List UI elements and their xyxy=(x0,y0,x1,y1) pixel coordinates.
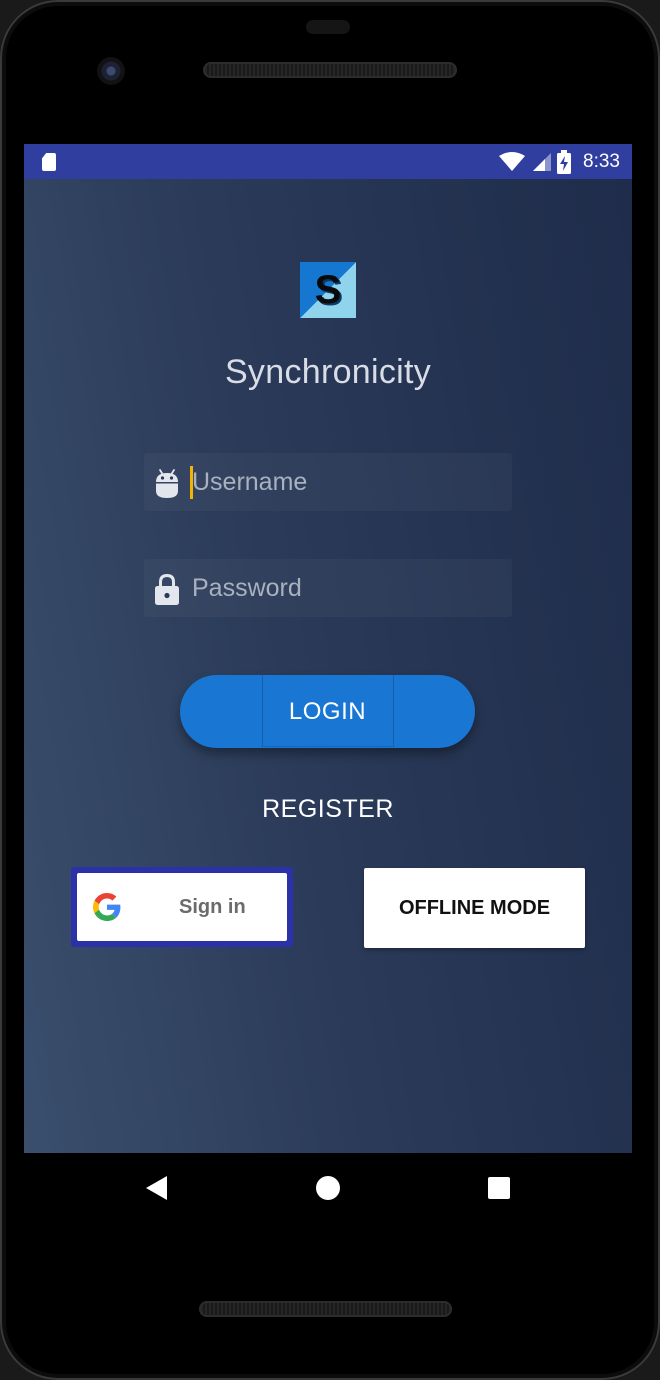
register-button[interactable]: REGISTER xyxy=(228,789,428,829)
google-signin-button[interactable]: Sign in xyxy=(71,867,293,947)
wifi-icon xyxy=(499,151,526,171)
navigation-bar xyxy=(24,1153,632,1225)
status-icons: 8:33 xyxy=(499,144,620,179)
bottom-speaker xyxy=(199,1301,452,1317)
status-clock: 8:33 xyxy=(583,150,620,172)
username-field[interactable] xyxy=(144,453,512,511)
status-bar: 8:33 xyxy=(24,144,632,179)
battery-charging-icon xyxy=(557,149,572,174)
password-field[interactable] xyxy=(144,559,512,617)
lock-icon xyxy=(155,573,179,605)
google-icon xyxy=(93,893,121,921)
phone-device: 8:33 S Synchronicity Username LOGIN REGI… xyxy=(0,0,660,1380)
app-logo: S xyxy=(300,262,356,318)
android-icon xyxy=(156,469,178,498)
logo-letter: S xyxy=(314,268,342,312)
password-input[interactable] xyxy=(188,559,498,617)
proximity-sensor xyxy=(306,20,350,34)
front-camera xyxy=(97,57,125,85)
google-signin-inner: Sign in xyxy=(77,873,287,941)
offline-mode-button[interactable]: OFFLINE MODE xyxy=(364,868,585,948)
recents-icon[interactable] xyxy=(488,1177,510,1199)
back-icon[interactable] xyxy=(146,1176,167,1200)
google-signin-label: Sign in xyxy=(179,896,246,918)
sd-card-icon xyxy=(42,153,56,171)
username-input[interactable] xyxy=(188,453,498,511)
login-screen: S Synchronicity Username LOGIN REGISTER … xyxy=(24,179,632,1153)
home-icon[interactable] xyxy=(316,1176,340,1200)
login-button[interactable]: LOGIN xyxy=(180,675,475,748)
screen: 8:33 S Synchronicity Username LOGIN REGI… xyxy=(24,144,632,1153)
earpiece-speaker xyxy=(203,62,457,78)
app-title: Synchronicity xyxy=(224,353,432,391)
cellular-signal-icon xyxy=(533,152,552,171)
login-label: LOGIN xyxy=(288,698,367,725)
